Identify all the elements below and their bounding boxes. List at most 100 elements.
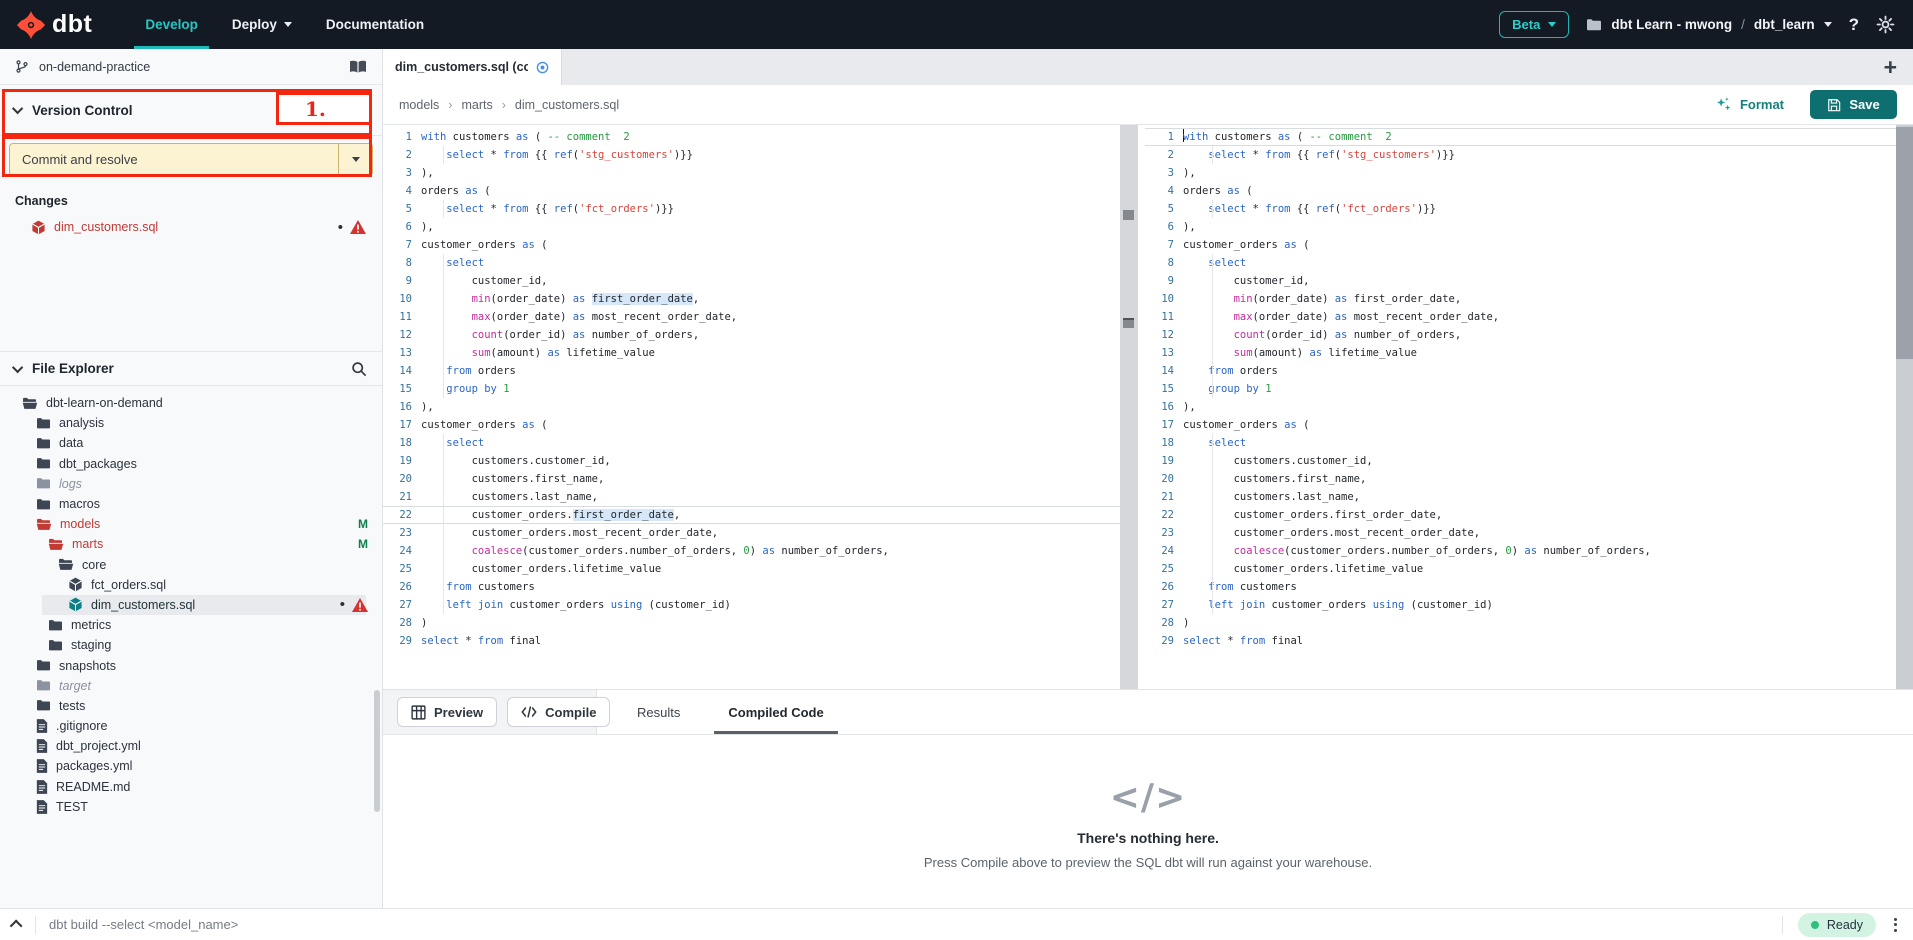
breadcrumb-item-dim_customers.sql[interactable]: dim_customers.sql (515, 98, 619, 112)
code-line-3[interactable]: 3), (1145, 164, 1896, 182)
scrollbar-thumb[interactable] (1896, 127, 1913, 359)
code-line-20[interactable]: 20 customers.first_name, (1145, 470, 1896, 488)
code-line-9[interactable]: 9 customer_id, (1145, 272, 1896, 290)
code-line-17[interactable]: 17customer_orders as ( (1145, 416, 1896, 434)
tab-results[interactable]: Results (637, 690, 680, 734)
tree-item-target[interactable]: target (0, 676, 382, 696)
tree-item-.gitignore[interactable]: .gitignore (0, 716, 382, 736)
code-line-27[interactable]: 27 left join customer_orders using (cust… (1145, 596, 1896, 614)
branch-row[interactable]: on-demand-practice (0, 49, 382, 85)
code-line-15[interactable]: 15 group by 1 (383, 380, 1120, 398)
book-icon[interactable] (349, 60, 367, 74)
code-line-24[interactable]: 24 coalesce(customer_orders.number_of_or… (383, 542, 1120, 560)
tree-item-metrics[interactable]: metrics (0, 615, 382, 635)
code-line-2[interactable]: 2 select * from {{ ref('stg_customers')}… (383, 146, 1120, 164)
code-line-10[interactable]: 10 min(order_date) as first_order_date, (1145, 290, 1896, 308)
code-line-5[interactable]: 5 select * from {{ ref('fct_orders')}} (1145, 200, 1896, 218)
tab-dim-customers[interactable]: dim_customers.sql (confli... (383, 49, 562, 85)
code-line-8[interactable]: 8 select (1145, 254, 1896, 272)
code-line-12[interactable]: 12 count(order_id) as number_of_orders, (1145, 326, 1896, 344)
code-line-14[interactable]: 14 from orders (383, 362, 1120, 380)
code-line-11[interactable]: 11 max(order_date) as most_recent_order_… (383, 308, 1120, 326)
tree-item-marts[interactable]: martsM (0, 534, 382, 554)
left-pane-scrollbar[interactable] (1120, 125, 1138, 689)
chevron-up-icon[interactable] (10, 920, 23, 933)
code-line-4[interactable]: 4orders as ( (383, 182, 1120, 200)
right-pane-scrollbar[interactable] (1896, 125, 1913, 689)
save-button[interactable]: Save (1810, 90, 1897, 119)
editor-pane-left[interactable]: 1with customers as ( -- comment 22 selec… (383, 125, 1120, 689)
commit-and-resolve-button[interactable]: Commit and resolve (9, 143, 373, 176)
menu-documentation[interactable]: Documentation (309, 0, 441, 49)
search-icon[interactable] (351, 361, 367, 377)
code-line-29[interactable]: 29select * from final (383, 632, 1120, 650)
code-line-19[interactable]: 19 customers.customer_id, (1145, 452, 1896, 470)
code-line-20[interactable]: 20 customers.first_name, (383, 470, 1120, 488)
dbt-logo[interactable]: dbt (16, 10, 92, 40)
code-line-17[interactable]: 17customer_orders as ( (383, 416, 1120, 434)
preview-button[interactable]: Preview (397, 697, 497, 727)
compile-button[interactable]: Compile (507, 697, 610, 727)
code-line-18[interactable]: 18 select (1145, 434, 1896, 452)
breadcrumb-item-marts[interactable]: marts (461, 98, 492, 112)
code-line-25[interactable]: 25 customer_orders.lifetime_value (383, 560, 1120, 578)
tree-item-dim_customers.sql[interactable]: dim_customers.sql• (0, 595, 382, 615)
code-line-1[interactable]: 1with customers as ( -- comment 2 (383, 128, 1120, 146)
tree-item-fct_orders.sql[interactable]: fct_orders.sql (0, 575, 382, 595)
code-line-2[interactable]: 2 select * from {{ ref('stg_customers')}… (1145, 146, 1896, 164)
menu-develop[interactable]: Develop (128, 0, 215, 49)
tree-item-snapshots[interactable]: snapshots (0, 655, 382, 675)
tree-item-logs[interactable]: logs (0, 474, 382, 494)
command-input[interactable]: dbt build --select <model_name> (49, 917, 1769, 932)
new-tab-button[interactable]: + (1884, 56, 1897, 79)
code-line-6[interactable]: 6), (1145, 218, 1896, 236)
code-line-10[interactable]: 10 min(order_date) as first_order_date, (383, 290, 1120, 308)
code-line-1[interactable]: 1with customers as ( -- comment 2 (1145, 128, 1896, 146)
tree-item-dbt-learn-on-demand[interactable]: dbt-learn-on-demand (0, 393, 382, 413)
code-line-24[interactable]: 24 coalesce(customer_orders.number_of_or… (1145, 542, 1896, 560)
file-explorer-header[interactable]: File Explorer (0, 351, 382, 386)
code-line-26[interactable]: 26 from customers (383, 578, 1120, 596)
code-line-21[interactable]: 21 customers.last_name, (383, 488, 1120, 506)
beta-button[interactable]: Beta (1499, 11, 1569, 38)
code-line-3[interactable]: 3), (383, 164, 1120, 182)
tree-item-analysis[interactable]: analysis (0, 413, 382, 433)
code-line-22[interactable]: 22 customer_orders.first_order_date, (1145, 506, 1896, 524)
tree-item-tests[interactable]: tests (0, 696, 382, 716)
tree-item-README.md[interactable]: README.md (0, 777, 382, 797)
sidebar-scrollbar[interactable] (374, 690, 380, 812)
tree-item-staging[interactable]: staging (0, 635, 382, 655)
commit-dropdown-toggle[interactable] (338, 144, 372, 175)
code-line-22[interactable]: 22 customer_orders.first_order_date, (383, 506, 1120, 524)
tree-item-packages.yml[interactable]: packages.yml (0, 756, 382, 776)
changed-file-dim_customers.sql[interactable]: dim_customers.sql• (0, 216, 382, 238)
code-line-16[interactable]: 16), (1145, 398, 1896, 416)
project-switcher[interactable]: dbt Learn - mwong / dbt_learn (1586, 17, 1831, 32)
tree-item-macros[interactable]: macros (0, 494, 382, 514)
code-line-11[interactable]: 11 max(order_date) as most_recent_order_… (1145, 308, 1896, 326)
format-button[interactable]: Format (1715, 96, 1784, 113)
code-line-27[interactable]: 27 left join customer_orders using (cust… (383, 596, 1120, 614)
code-line-15[interactable]: 15 group by 1 (1145, 380, 1896, 398)
code-line-5[interactable]: 5 select * from {{ ref('fct_orders')}} (383, 200, 1120, 218)
code-line-23[interactable]: 23 customer_orders.most_recent_order_dat… (1145, 524, 1896, 542)
code-line-23[interactable]: 23 customer_orders.most_recent_order_dat… (383, 524, 1120, 542)
code-line-14[interactable]: 14 from orders (1145, 362, 1896, 380)
code-line-7[interactable]: 7customer_orders as ( (383, 236, 1120, 254)
code-line-29[interactable]: 29select * from final (1145, 632, 1896, 650)
code-line-16[interactable]: 16), (383, 398, 1120, 416)
code-line-13[interactable]: 13 sum(amount) as lifetime_value (1145, 344, 1896, 362)
code-line-8[interactable]: 8 select (383, 254, 1120, 272)
kebab-menu-icon[interactable] (1891, 915, 1900, 935)
help-icon[interactable]: ? (1849, 15, 1859, 35)
code-line-19[interactable]: 19 customers.customer_id, (383, 452, 1120, 470)
tree-item-TEST[interactable]: TEST (0, 797, 382, 817)
code-line-6[interactable]: 6), (383, 218, 1120, 236)
code-line-12[interactable]: 12 count(order_id) as number_of_orders, (383, 326, 1120, 344)
code-line-28[interactable]: 28) (383, 614, 1120, 632)
code-line-4[interactable]: 4orders as ( (1145, 182, 1896, 200)
code-line-26[interactable]: 26 from customers (1145, 578, 1896, 596)
code-line-28[interactable]: 28) (1145, 614, 1896, 632)
breadcrumb-item-models[interactable]: models (399, 98, 439, 112)
code-line-9[interactable]: 9 customer_id, (383, 272, 1120, 290)
